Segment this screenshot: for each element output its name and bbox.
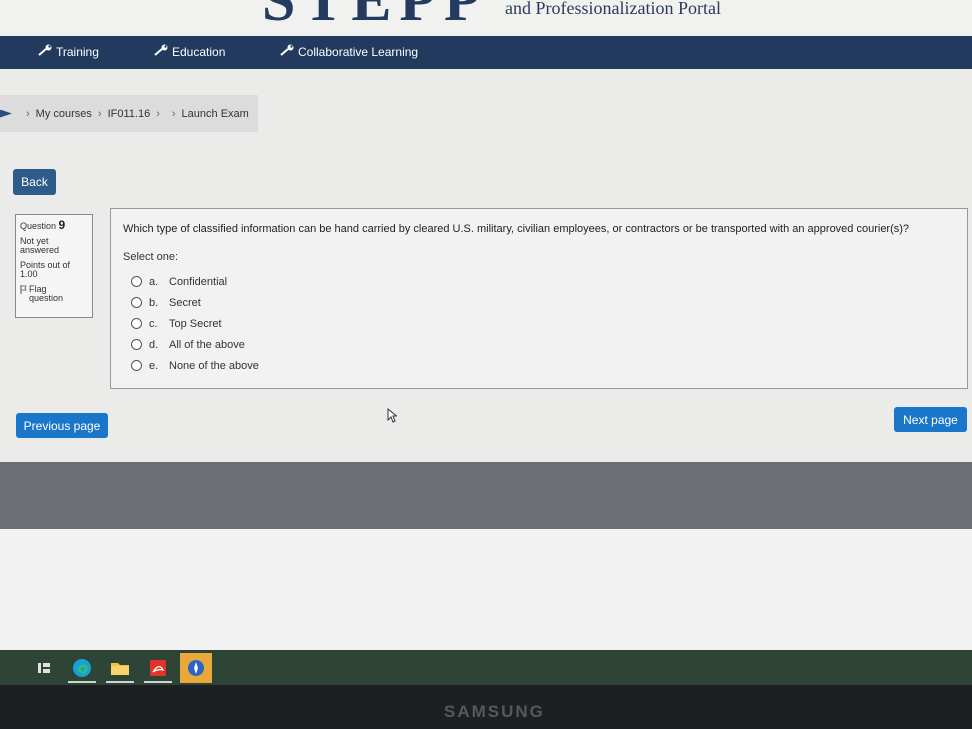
question-info-panel: Question 9 Not yet answered Points out o…	[15, 214, 93, 318]
radio-button[interactable]	[131, 276, 142, 287]
option-text: Top Secret	[169, 317, 222, 330]
breadcrumb-launch-exam[interactable]: Launch Exam	[182, 108, 249, 120]
select-one-label: Select one:	[123, 251, 179, 263]
acrobat-reader-icon[interactable]	[142, 653, 174, 683]
breadcrumb: › My courses › IF011.16 › › Launch Exam	[0, 95, 258, 132]
answer-option-e[interactable]: e. None of the above	[131, 355, 955, 376]
nav-item-collaborative-learning[interactable]: Collaborative Learning	[280, 36, 418, 69]
wrench-icon	[280, 36, 296, 69]
radio-button[interactable]	[131, 339, 142, 350]
question-box: Which type of classified information can…	[110, 208, 968, 389]
answer-option-b[interactable]: b. Secret	[131, 292, 955, 313]
monitor-brand-logo: SAMSUNG	[444, 702, 545, 721]
option-letter: c.	[149, 317, 158, 330]
option-letter: d.	[149, 338, 159, 351]
nav-item-label: Education	[172, 45, 226, 59]
nav-item-label: Collaborative Learning	[298, 45, 419, 59]
option-text: All of the above	[169, 338, 245, 351]
breadcrumb-course[interactable]: IF011.16	[108, 108, 151, 120]
status-text: answered	[20, 245, 60, 255]
home-icon[interactable]	[0, 109, 12, 118]
answer-option-c[interactable]: c. Top Secret	[131, 313, 955, 334]
answer-option-a[interactable]: a. Confidential	[131, 271, 955, 292]
windows-taskbar	[0, 650, 972, 685]
browser-screen: STEPP and Professionalization Portal Tra…	[0, 0, 972, 685]
option-letter: e.	[149, 359, 159, 372]
previous-page-button[interactable]: Previous page	[16, 413, 108, 438]
option-text: None of the above	[169, 359, 259, 372]
flag-label: question	[29, 293, 64, 303]
nav-item-training[interactable]: Training	[38, 36, 99, 69]
points-text: 1.00	[20, 269, 38, 279]
main-navbar: Training Education Collaborative Learnin…	[0, 36, 972, 69]
wrench-icon	[38, 36, 54, 69]
option-letter: b.	[149, 296, 159, 309]
chevron-right-icon: ›	[97, 107, 102, 120]
next-page-button[interactable]: Next page	[894, 407, 967, 432]
radio-button[interactable]	[131, 318, 142, 329]
page-blank-area	[0, 529, 972, 650]
answer-option-d[interactable]: d. All of the above	[131, 334, 955, 355]
question-label: Question	[20, 221, 57, 231]
option-text: Secret	[169, 296, 201, 309]
app-active-icon[interactable]	[180, 653, 212, 683]
chevron-right-icon: ›	[26, 107, 30, 120]
page-footer	[0, 462, 972, 529]
mouse-cursor-icon	[387, 408, 397, 423]
breadcrumb-my-courses[interactable]: My courses	[36, 108, 92, 120]
edge-browser-icon[interactable]	[66, 653, 98, 683]
chevron-right-icon: ›	[156, 107, 160, 120]
question-text: Which type of classified information can…	[123, 223, 910, 235]
file-explorer-icon[interactable]	[104, 653, 136, 683]
back-button[interactable]: Back	[13, 169, 56, 195]
portal-subtitle: and Professionalization Portal	[505, 0, 721, 18]
flag-question-button[interactable]: Flag question	[20, 285, 88, 303]
option-text: Confidential	[169, 275, 228, 288]
nav-item-label: Training	[56, 45, 99, 59]
site-header: STEPP and Professionalization Portal	[0, 0, 972, 36]
radio-button[interactable]	[131, 297, 142, 308]
chevron-right-icon: ›	[171, 107, 176, 120]
flag-icon	[20, 285, 27, 303]
radio-button[interactable]	[131, 360, 142, 371]
wrench-icon	[154, 36, 170, 69]
nav-item-education[interactable]: Education	[154, 36, 225, 69]
option-letter: a.	[149, 275, 159, 288]
question-number: Question 9	[20, 218, 88, 232]
answer-options: a. Confidential b. Secret c. Top Secret …	[131, 271, 955, 376]
question-number-value: 9	[58, 218, 66, 232]
site-logo: STEPP	[262, 0, 489, 33]
task-view-icon[interactable]	[28, 653, 60, 683]
